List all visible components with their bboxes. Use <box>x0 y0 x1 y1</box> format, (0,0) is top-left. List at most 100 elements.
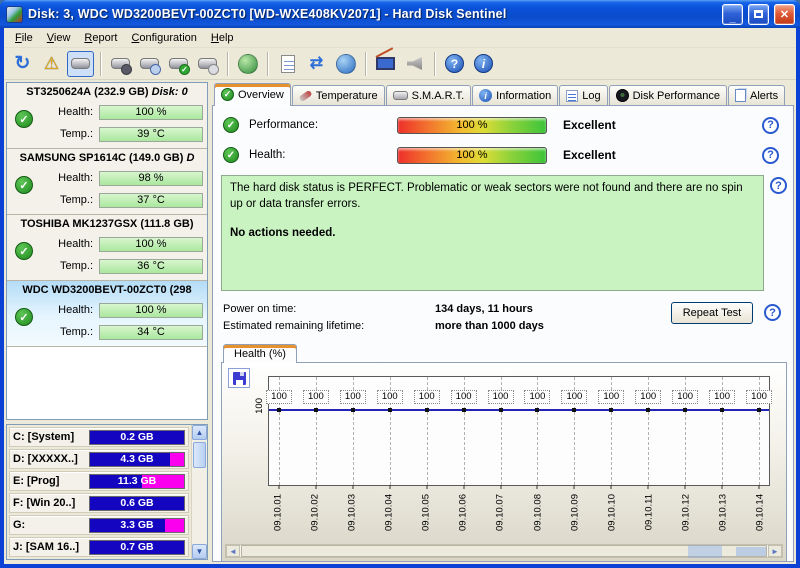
info-icon[interactable]: i <box>470 51 497 77</box>
menu-configuration[interactable]: Configuration <box>124 30 203 46</box>
performance-help-icon[interactable]: ? <box>762 116 779 134</box>
minimize-button[interactable]: _ <box>722 3 743 25</box>
x-axis-tick <box>315 485 317 489</box>
x-axis-date-label: 09.10.04 <box>383 494 395 531</box>
scroll-left-icon[interactable]: ◄ <box>226 545 240 557</box>
status-section: The hard disk status is PERFECT. Problem… <box>221 175 787 291</box>
x-axis-tick <box>647 485 649 489</box>
repeat-test-button[interactable]: Repeat Test <box>671 302 753 324</box>
disk-temp-label: Temp.: <box>59 194 93 206</box>
tab-s-m-a-r-t-[interactable]: S.M.A.R.T. <box>385 85 472 105</box>
status-box: The hard disk status is PERFECT. Problem… <box>221 175 764 291</box>
lifetime-value: more than 1000 days <box>435 319 544 332</box>
report-globe-icon[interactable] <box>234 51 261 77</box>
power-help-icon[interactable]: ? <box>764 304 781 321</box>
disk-list: ST3250624A (232.9 GB) Disk: 0 ✓ Health: 100… <box>6 82 208 420</box>
disk-health-label: Health: <box>58 106 93 118</box>
partition-row-G[interactable]: G: 3.3 GB <box>9 515 189 535</box>
partition-label: C: [System] <box>13 431 75 443</box>
configuration-icon[interactable] <box>372 51 399 77</box>
tab-disk-performance[interactable]: Disk Performance <box>608 85 727 105</box>
partition-size-value: 3.3 GB <box>120 519 154 531</box>
data-point-label: 100 <box>524 390 551 405</box>
data-point-marker <box>757 408 761 413</box>
health-chart: 100 100 100 100 100 100 100 100 100 100 100 100 100… <box>221 362 787 561</box>
partition-row-F[interactable]: F: [Win 20..] 0.6 GB <box>9 493 189 513</box>
data-point-label: 100 <box>487 390 514 405</box>
tab-alerts[interactable]: Alerts <box>727 85 786 105</box>
data-point-marker <box>646 408 651 413</box>
scroll-up-icon[interactable]: ▲ <box>192 425 207 440</box>
menu-help[interactable]: Help <box>204 30 241 46</box>
sync-icon[interactable]: ⇄ <box>303 51 330 77</box>
data-point-label: 100 <box>413 390 440 405</box>
x-axis-tick <box>500 485 502 489</box>
partition-row-E[interactable]: E: [Prog] 11.3 GB <box>9 471 189 491</box>
maximize-button[interactable] <box>748 3 769 25</box>
partition-row-D[interactable]: D: [XXXXX..] 4.3 GB <box>9 449 189 469</box>
partition-row-J[interactable]: J: [SAM 16..] 0.7 GB <box>9 537 189 557</box>
x-axis-date-label: 09.10.01 <box>272 494 284 531</box>
data-point-label: 100 <box>709 390 736 405</box>
save-chart-button[interactable] <box>228 368 250 388</box>
scroll-thumb[interactable] <box>193 442 206 468</box>
disk-overview-icon[interactable] <box>67 50 94 77</box>
tab-temperature[interactable]: Temperature <box>291 85 385 105</box>
performance-value: 100 % <box>456 119 488 131</box>
smart-disk-icon <box>392 91 408 100</box>
disk-performance-icon[interactable] <box>107 51 134 77</box>
sound-icon[interactable] <box>401 51 428 77</box>
lifetime-label: Estimated remaining lifetime: <box>223 319 365 332</box>
partition-magenta-segment <box>165 518 184 532</box>
alert-icon[interactable]: ⚠ <box>38 51 65 77</box>
power-section: Power on time: 134 days, 11 hours Estima… <box>223 300 785 336</box>
data-point-marker <box>535 408 540 413</box>
help-icon[interactable]: ? <box>441 51 468 77</box>
x-axis-date-label: 09.10.11 <box>643 494 655 531</box>
data-point-label: 100 <box>561 390 588 405</box>
disk-schedule-icon[interactable] <box>136 51 163 77</box>
toolbar-separator <box>365 51 366 76</box>
data-point-label: 100 <box>376 390 403 405</box>
x-axis-tick <box>758 485 760 489</box>
menu-report[interactable]: Report <box>77 30 124 46</box>
toolbar: ↻ ⚠ ✓ ⇄? i <box>4 48 796 80</box>
disk-search-icon[interactable] <box>194 51 221 77</box>
title-bar[interactable]: Disk: 3, WDC WD3200BEVT-00ZCT0 [WD-WXE40… <box>0 0 800 28</box>
report-document-icon[interactable] <box>274 51 301 77</box>
disk-health-bar: 100 % <box>99 104 203 120</box>
x-axis-labels: 09.10.01 09.10.02 09.10.03 09.10.04 09.10.05… <box>268 492 770 550</box>
disk-item-4[interactable]: WDC WD3200BEVT-00ZCT0 (298 ✓ Health: 100 %… <box>7 281 207 347</box>
tab-overview[interactable]: ✓ Overview <box>214 83 291 106</box>
disk-temp-row: Temp.: 39 °C <box>7 123 207 145</box>
partition-usage-bar: 0.2 GB <box>89 429 185 445</box>
refresh-icon[interactable]: ↻ <box>9 51 36 77</box>
disk-item-2[interactable]: SAMSUNG SP1614C (149.0 GB) D ✓ Health: 98 %… <box>7 149 207 215</box>
ok-check-icon: ✓ <box>223 117 239 133</box>
disk-item-1[interactable]: ST3250624A (232.9 GB) Disk: 0 ✓ Health: 100… <box>7 83 207 149</box>
close-button[interactable]: ✕ <box>774 3 795 25</box>
menu-file[interactable]: File <box>8 30 40 46</box>
partition-row-C[interactable]: C: [System] 0.2 GB <box>9 427 189 447</box>
data-point-label: 100 <box>746 390 772 405</box>
menu-view[interactable]: View <box>40 30 78 46</box>
partition-scrollbar[interactable]: ▲ ▼ <box>191 425 207 559</box>
disk-health-icon[interactable]: ✓ <box>165 51 192 77</box>
main-panel: ✓ Overview Temperature S.M.A.R.T. i Informati… <box>212 82 794 562</box>
scroll-down-icon[interactable]: ▼ <box>192 544 207 559</box>
status-help-icon[interactable]: ? <box>770 177 787 194</box>
data-point-marker <box>498 408 503 413</box>
tab-log[interactable]: Log <box>559 85 608 105</box>
tab-information[interactable]: i Information <box>472 85 559 105</box>
tab-health-chart[interactable]: Health (%) <box>223 344 297 363</box>
disk-item-3[interactable]: TOSHIBA MK1237GSX (111.8 GB) ✓ Health: 100… <box>7 215 207 281</box>
partition-label: J: [SAM 16..] <box>13 541 80 553</box>
content-row: ST3250624A (232.9 GB) Disk: 0 ✓ Health: 100… <box>4 80 796 564</box>
scroll-right-icon[interactable]: ► <box>768 545 782 557</box>
log-icon <box>566 89 579 102</box>
window-title: Disk: 3, WDC WD3200BEVT-00ZCT0 [WD-WXE40… <box>28 7 507 21</box>
floppy-icon <box>232 371 246 385</box>
network-icon[interactable] <box>332 51 359 77</box>
partition-label: G: <box>13 519 26 531</box>
health-help-icon[interactable]: ? <box>762 146 779 164</box>
